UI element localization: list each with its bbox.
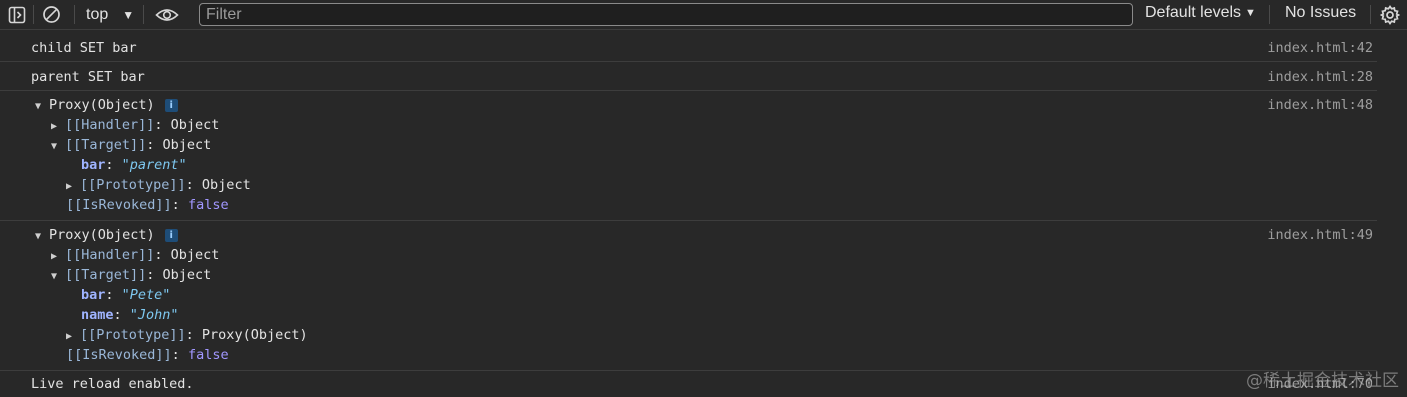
tree-item-property: bar: "parent" [81,157,187,173]
property-value: "Pete" [121,287,171,303]
property-value: "John" [129,307,179,323]
source-link[interactable]: index.html:48 [1267,95,1373,115]
property-key: [[Handler]] [65,117,155,133]
expand-triangle-icon[interactable]: ▼ [51,267,65,287]
property-key: [[Target]] [65,267,147,283]
console-message: parent SET bar index.html:28 [0,62,1377,91]
tree-item-revoked: [[IsRevoked]]: false [66,197,229,213]
tree-item-prototype[interactable]: ▶ [[Prototype]]: Proxy(Object) [66,325,308,345]
info-icon[interactable]: i [164,98,178,112]
expand-triangle-icon[interactable]: ▶ [51,247,65,267]
clear-console-icon[interactable] [40,3,62,26]
expand-triangle-icon[interactable]: ▼ [35,97,49,117]
property-key: bar [81,157,106,173]
log-text: Live reload enabled. [31,376,194,392]
console-message-proxy: index.html:49 ▼ Proxy(Object) i ▶ [[Handler… [0,221,1377,371]
log-text: parent SET bar [31,69,145,85]
chevron-down-icon: ▼ [122,8,135,22]
property-key: [[Target]] [65,137,147,153]
chevron-down-icon: ▼ [1245,7,1256,19]
log-text: child SET bar [31,40,137,56]
expand-triangle-icon[interactable]: ▼ [51,137,65,157]
context-selector[interactable]: top ▼ [86,4,134,26]
issues-counter[interactable]: No Issues [1285,4,1356,22]
console-message-proxy: index.html:48 ▼ Proxy(Object) i ▶ [[Handler… [0,91,1377,221]
log-levels-dropdown[interactable]: Default levels ▼ [1145,4,1256,22]
filter-input[interactable] [199,3,1133,26]
log-levels-label: Default levels [1145,4,1242,21]
property-value: false [187,347,229,363]
property-value: : Object [146,267,212,283]
tree-item-target[interactable]: ▼ [[Target]]: Object [51,135,211,155]
property-value: : Object [146,137,212,153]
info-icon[interactable]: i [164,228,178,242]
property-key: [[Prototype]] [80,177,186,193]
tree-item-prototype[interactable]: ▶ [[Prototype]]: Object [66,175,251,195]
property-value: : Proxy(Object) [185,327,308,343]
tree-item-revoked: [[IsRevoked]]: false [66,347,229,363]
tree-item-property: name: "John" [81,307,179,323]
watermark: @稀土掘金技术社区 [1246,371,1399,391]
tree-item-property: bar: "Pete" [81,287,171,303]
expand-triangle-icon[interactable]: ▼ [35,227,49,247]
console-message: Live reload enabled. index.html:70 [0,371,1377,397]
property-value: false [187,197,229,213]
property-key: name [81,307,114,323]
eye-icon[interactable] [153,3,181,26]
property-key: [[Prototype]] [80,327,186,343]
property-key: [[IsRevoked]] [66,197,172,213]
sidebar-toggle-icon[interactable] [6,3,28,26]
property-key: [[IsRevoked]] [66,347,172,363]
object-header[interactable]: ▼ Proxy(Object) i [35,225,178,245]
source-link[interactable]: index.html:49 [1267,225,1373,245]
source-link[interactable]: index.html:42 [1267,38,1373,58]
tree-item-target[interactable]: ▼ [[Target]]: Object [51,265,211,285]
context-label: top [86,6,109,23]
tree-item-handler[interactable]: ▶ [[Handler]]: Object [51,245,219,265]
property-value: : Object [154,247,220,263]
property-key: bar [81,287,106,303]
gear-icon[interactable] [1378,3,1402,26]
source-link[interactable]: index.html:28 [1267,67,1373,87]
expand-triangle-icon[interactable]: ▶ [66,327,80,347]
expand-triangle-icon[interactable]: ▶ [51,117,65,137]
console-message: child SET bar index.html:42 [0,31,1377,62]
property-value: : Object [185,177,251,193]
object-header[interactable]: ▼ Proxy(Object) i [35,95,178,115]
object-label: Proxy(Object) [49,227,155,243]
property-value: : Object [154,117,220,133]
tree-item-handler[interactable]: ▶ [[Handler]]: Object [51,115,219,135]
object-label: Proxy(Object) [49,97,155,113]
expand-triangle-icon[interactable]: ▶ [66,177,80,197]
property-key: [[Handler]] [65,247,155,263]
console-toolbar: top ▼ Default levels ▼ No Issues [0,0,1407,30]
property-value: "parent" [121,157,187,173]
